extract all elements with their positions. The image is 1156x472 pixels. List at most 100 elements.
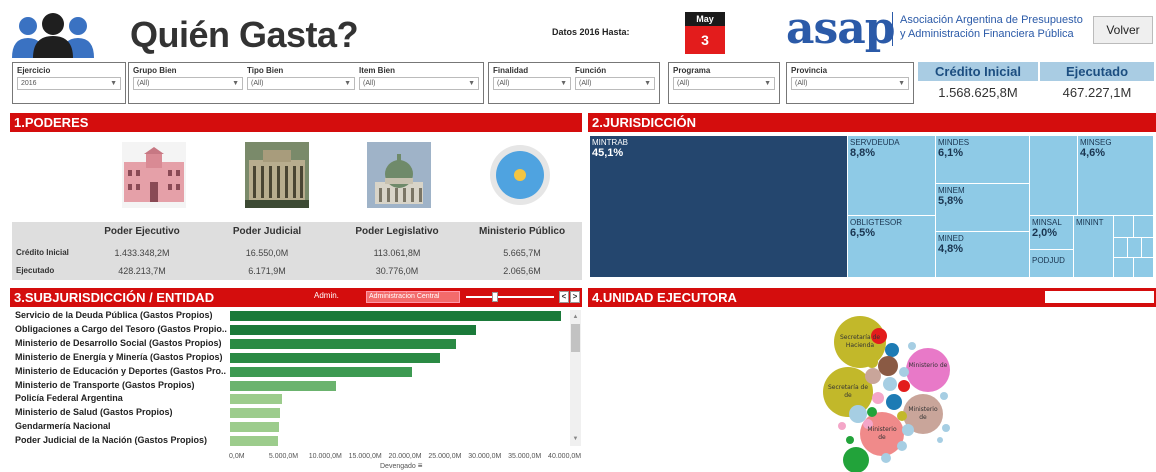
grupo-bien-select[interactable]: (All) ▼	[133, 77, 243, 90]
bar[interactable]	[230, 436, 278, 447]
filter-grupo-bien: Grupo Bien (All) ▼	[133, 66, 243, 90]
unidad-search-input[interactable]	[1045, 291, 1154, 303]
treemap-tile-unlabeled[interactable]	[1030, 136, 1078, 216]
bubble-small[interactable]	[897, 441, 907, 451]
treemap-tile-small[interactable]	[1134, 216, 1154, 238]
treemap-tile-small[interactable]	[1142, 238, 1154, 258]
bar-category-label: Servicio de la Deuda Pública (Gastos Pro…	[15, 310, 213, 320]
programa-select[interactable]: (All) ▼	[673, 77, 775, 90]
prev-button[interactable]: <	[559, 291, 569, 303]
treemap-label: MININT	[1076, 218, 1104, 227]
column-header-judicial: Poder Judicial	[232, 226, 302, 237]
chart-scrollbar[interactable]: ▲ ▼	[570, 310, 581, 446]
bubble-small[interactable]	[846, 436, 854, 444]
bubble-small[interactable]	[866, 356, 878, 368]
ejecutado-value: 467.227,1M	[1062, 85, 1132, 100]
ejercicio-select[interactable]: 2016 ▼	[17, 77, 121, 90]
datos-hasta-label: Datos 2016 Hasta:	[552, 27, 630, 37]
filter-programa: Programa (All) ▼	[673, 66, 775, 90]
bubble-small[interactable]	[940, 392, 948, 400]
bubble-small[interactable]	[942, 424, 950, 432]
row-label-credito: Crédito Inicial	[16, 248, 69, 257]
sort-icon[interactable]: ≡	[418, 461, 423, 470]
table-cell[interactable]: 5.665,7M	[462, 248, 582, 258]
volver-button[interactable]: Volver	[1093, 16, 1153, 44]
slider-track[interactable]	[466, 296, 554, 298]
bar[interactable]	[230, 366, 412, 377]
treemap-label: MINEM 5,8%	[938, 186, 965, 207]
casa-rosada-icon[interactable]	[122, 142, 186, 208]
bubble-small[interactable]	[937, 437, 943, 443]
bubble-small[interactable]	[849, 405, 867, 423]
tipo-bien-select[interactable]: (All) ▼	[247, 77, 355, 90]
treemap-tile-small[interactable]	[1134, 258, 1154, 278]
item-bien-select[interactable]: (All) ▼	[359, 77, 479, 90]
congreso-icon[interactable]	[367, 142, 431, 208]
finalidad-select[interactable]: (All) ▼	[493, 77, 571, 90]
bubble-small[interactable]	[885, 343, 899, 357]
treemap-tile-minseg[interactable]: MINSEG 4,6%	[1078, 136, 1154, 216]
palacio-justicia-icon[interactable]	[245, 142, 309, 208]
scroll-up-icon[interactable]: ▲	[571, 312, 580, 322]
filter-finalidad: Finalidad (All) ▼	[493, 66, 571, 90]
bubble-small[interactable]	[881, 453, 891, 463]
treemap-tile-small[interactable]	[1114, 238, 1128, 258]
treemap-tile-obligtesor[interactable]: OBLIGTESOR 6,5%	[848, 216, 936, 278]
admin-select[interactable]: Administracion Central	[366, 291, 460, 303]
treemap-tile-mindes[interactable]: MINDES 6,1%	[936, 136, 1030, 184]
slider-handle[interactable]	[492, 292, 498, 302]
treemap-tile-minint[interactable]: MININT	[1074, 216, 1114, 278]
bar[interactable]	[230, 311, 561, 321]
bar[interactable]	[230, 422, 280, 433]
bubble-small[interactable]	[899, 367, 909, 377]
bubble-label: de	[919, 414, 927, 421]
bubble-small[interactable]	[838, 422, 846, 430]
bubble-small[interactable]	[908, 342, 916, 350]
next-button[interactable]: >	[570, 291, 580, 303]
table-cell[interactable]: 1.433.348,2M	[82, 248, 202, 258]
funcion-select[interactable]: (All) ▼	[575, 77, 655, 90]
x-tick-label: 25.000,0M	[428, 453, 462, 460]
treemap-tile-servdeuda[interactable]: SERVDEUDA 8,8%	[848, 136, 936, 216]
provincia-select[interactable]: (All) ▼	[791, 77, 909, 90]
table-cell[interactable]: 113.061,8M	[332, 248, 462, 258]
column-header-legislativo: Poder Legislativo	[355, 226, 439, 237]
treemap-tile-small[interactable]	[1114, 258, 1134, 278]
treemap-tile-small[interactable]	[1114, 216, 1134, 238]
bubble-label: de	[844, 392, 852, 399]
bar[interactable]	[230, 380, 337, 391]
bubble-small[interactable]	[872, 392, 884, 404]
bubble-small[interactable]	[902, 424, 914, 436]
bubble-green[interactable]	[843, 447, 869, 472]
bubble-small[interactable]	[867, 407, 877, 417]
table-cell[interactable]: 16.550,0M	[207, 248, 327, 258]
scroll-thumb[interactable]	[571, 324, 580, 352]
treemap-tile-minem[interactable]: MINEM 5,8%	[936, 184, 1030, 232]
bar[interactable]	[230, 338, 456, 349]
table-cell[interactable]: 6.171,9M	[207, 266, 327, 276]
treemap-tile-mintrab[interactable]: MINTRAB 45,1%	[590, 136, 848, 278]
treemap-tile-minsal[interactable]: MINSAL 2,0%	[1030, 216, 1074, 250]
bar[interactable]	[230, 394, 282, 405]
asap-org-line1: Asociación Argentina de Presupuesto	[900, 14, 1083, 26]
treemap-tile-mined[interactable]: MINED 4,8%	[936, 232, 1030, 278]
bubble-small[interactable]	[883, 377, 897, 391]
scroll-down-icon[interactable]: ▼	[571, 434, 580, 444]
bubble-small[interactable]	[886, 394, 902, 410]
bar[interactable]	[230, 324, 476, 335]
treemap-tile-small[interactable]	[1128, 238, 1142, 258]
bar[interactable]	[230, 408, 281, 419]
bubble-ministerio-1[interactable]	[906, 348, 950, 392]
bubble-small[interactable]	[878, 356, 898, 376]
table-cell[interactable]: 30.776,0M	[332, 266, 462, 276]
bubble-small[interactable]	[897, 411, 907, 421]
bubble-small[interactable]	[865, 368, 881, 384]
calendar-icon: May 3	[685, 12, 725, 54]
bar[interactable]	[230, 352, 440, 363]
bubble-small[interactable]	[898, 380, 910, 392]
treemap-tile-podjud[interactable]: PODJUD	[1030, 250, 1074, 278]
table-cell[interactable]: 2.065,6M	[462, 266, 582, 276]
calendar-day: 3	[685, 26, 725, 54]
ministerio-publico-icon[interactable]	[488, 142, 552, 208]
table-cell[interactable]: 428.213,7M	[82, 266, 202, 276]
